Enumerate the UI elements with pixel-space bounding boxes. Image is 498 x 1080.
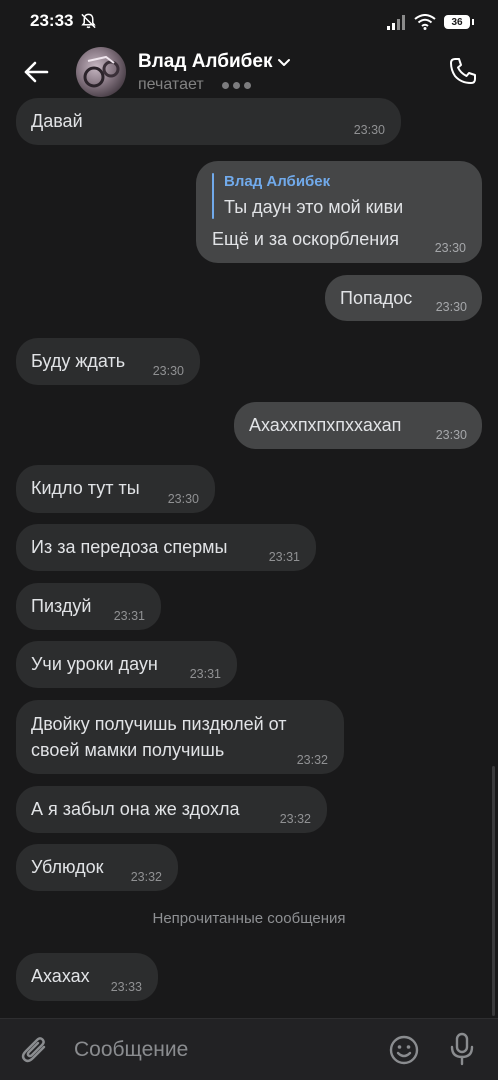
message-time: 23:32	[296, 753, 328, 767]
message-text: Давай	[31, 111, 83, 131]
message-text: Кидло тут ты	[31, 478, 140, 498]
typing-indicator	[222, 82, 251, 89]
phone-call-icon[interactable]	[448, 56, 478, 86]
status-bar: 23:33 36	[0, 0, 498, 44]
message-text: Ахаххпхпхпххахап	[249, 415, 402, 435]
message-time: 23:30	[435, 300, 467, 314]
message-text: А я забыл она же здохла	[31, 799, 240, 819]
unread-messages-divider: Непрочитанные сообщения	[152, 910, 346, 927]
message-time: 23:30	[435, 428, 467, 442]
contact-name[interactable]: Влад Албибек	[138, 51, 272, 73]
message-bubble-incoming[interactable]: Буду ждать 23:30	[16, 338, 200, 385]
message-time: 23:33	[110, 980, 142, 994]
message-text: Учи уроки даун	[31, 654, 158, 674]
message-time: 23:32	[279, 812, 311, 826]
paperclip-icon[interactable]	[20, 1033, 50, 1065]
message-time: 23:31	[189, 667, 221, 681]
chevron-down-icon[interactable]	[277, 56, 291, 70]
message-text: Буду ждать	[31, 351, 126, 371]
message-bubble-incoming[interactable]: Ахахах 23:33	[16, 953, 158, 1001]
message-bubble-incoming[interactable]: Из за передоза спермы 23:31	[16, 524, 316, 571]
avatar-photo-icon	[83, 55, 120, 88]
message-bubble-incoming[interactable]: Кидло тут ты 23:30	[16, 465, 215, 513]
status-time: 23:33	[30, 11, 74, 30]
message-text: Пиздуй	[31, 596, 92, 616]
message-time: 23:30	[353, 123, 385, 137]
message-text: Попадос	[340, 288, 413, 308]
message-bubble-incoming[interactable]: Двойку получишь пиздюлей от своей мамки …	[16, 700, 344, 774]
message-text: Ещё и за оскорбления	[212, 229, 400, 249]
signal-icon	[387, 15, 405, 30]
status-icons: 36	[386, 12, 474, 32]
message-bubble-incoming[interactable]: Ублюдок 23:32	[16, 844, 178, 891]
reply-author[interactable]: Влад Албибек	[224, 173, 330, 190]
avatar[interactable]	[76, 47, 126, 97]
notifications-muted-icon	[81, 13, 96, 29]
emoji-icon[interactable]	[388, 1034, 420, 1066]
message-time: 23:30	[167, 492, 199, 506]
message-time: 23:30	[152, 364, 184, 378]
message-bubble-incoming[interactable]: Пиздуй 23:31	[16, 583, 161, 630]
message-time: 23:32	[130, 870, 162, 884]
message-composer	[0, 1018, 498, 1080]
message-input[interactable]	[70, 1033, 368, 1067]
message-time: 23:31	[113, 609, 145, 623]
battery-icon: 36	[444, 15, 470, 29]
message-text: Ахахах	[31, 966, 90, 986]
message-text: Из за передоза спермы	[31, 537, 228, 557]
microphone-icon[interactable]	[448, 1032, 476, 1066]
message-text: Ублюдок	[31, 857, 104, 877]
message-bubble-incoming[interactable]: Учи уроки даун 23:31	[16, 641, 237, 688]
message-bubble-incoming[interactable]: А я забыл она же здохла 23:32	[16, 786, 327, 833]
reply-quoted-text[interactable]: Ты даун это мой киви	[224, 197, 403, 218]
chat-header: Влад Албибек печатает	[0, 44, 498, 102]
reply-quote-bar	[212, 173, 214, 219]
message-bubble-outgoing[interactable]: Ахаххпхпхпххахап 23:30	[234, 402, 482, 449]
battery-level: 36	[451, 16, 463, 28]
wifi-icon	[414, 14, 436, 30]
back-arrow-icon[interactable]	[22, 58, 50, 86]
contact-status: печатает	[138, 76, 204, 93]
message-time: 23:31	[268, 550, 300, 564]
scrollbar[interactable]	[492, 766, 495, 1016]
message-time: 23:30	[434, 241, 466, 255]
message-bubble-outgoing[interactable]: Попадос 23:30	[325, 275, 482, 321]
battery-tip	[472, 19, 474, 25]
message-text-line-2: своей мамки получишь	[31, 740, 225, 760]
message-text-line-1: Двойку получишь пиздюлей от	[31, 714, 287, 734]
message-bubble-outgoing-reply[interactable]: Влад Албибек Ты даун это мой киви Ещё и …	[196, 161, 482, 263]
message-bubble-incoming[interactable]: Давай 23:30	[16, 98, 401, 145]
